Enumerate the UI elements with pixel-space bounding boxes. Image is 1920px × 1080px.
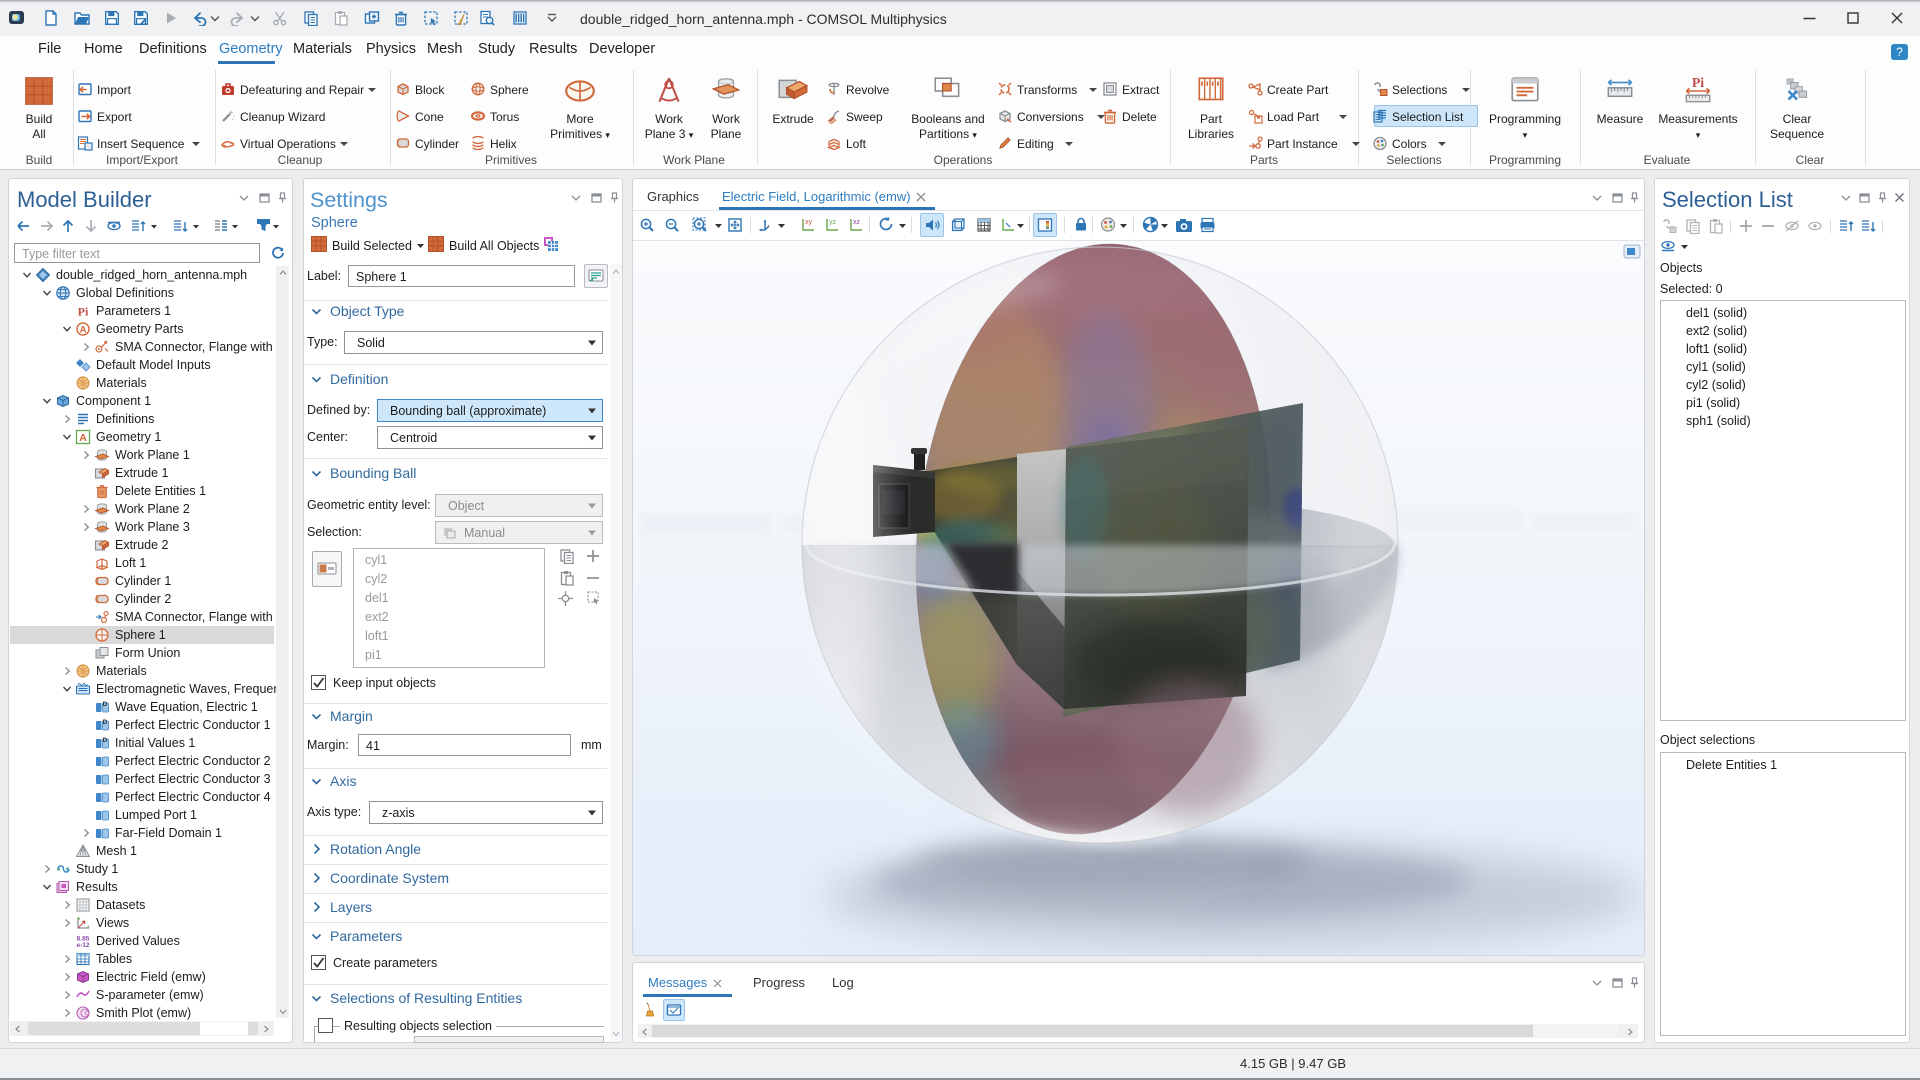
svg-text:A: A <box>79 432 87 444</box>
svg-text:xz: xz <box>853 219 861 226</box>
svg-text:yz: yz <box>829 219 837 226</box>
svg-text:Pi: Pi <box>1692 75 1704 90</box>
svg-text:D: D <box>103 737 108 744</box>
svg-text:e-12: e-12 <box>76 942 89 949</box>
svg-text:xy: xy <box>805 219 813 226</box>
svg-text:Pi: Pi <box>78 305 89 319</box>
svg-text:A: A <box>80 325 87 336</box>
svg-text:D: D <box>103 719 108 726</box>
svg-text:D: D <box>103 701 108 708</box>
